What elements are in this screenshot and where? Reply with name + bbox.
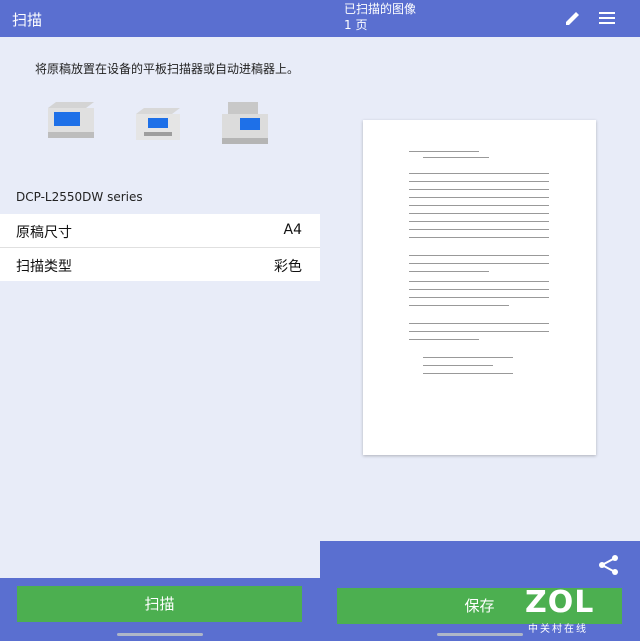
setting-row-type[interactable]: 扫描类型 彩色 xyxy=(0,248,320,281)
flatbed-scanner-icon xyxy=(46,100,96,140)
setting-label: 扫描类型 xyxy=(16,259,72,275)
scanned-page-preview[interactable] xyxy=(363,120,596,455)
page-count: 1 页 xyxy=(344,18,368,32)
setting-value: A4 xyxy=(283,222,302,238)
adf-scanner-icon xyxy=(220,100,270,145)
setting-label: 原稿尺寸 xyxy=(16,225,72,241)
setting-value: 彩色 xyxy=(274,259,302,275)
share-icon[interactable] xyxy=(598,554,620,576)
page-title: 扫描 xyxy=(12,11,43,29)
app-bar: 扫描 xyxy=(0,0,320,37)
setting-row-size[interactable]: 原稿尺寸 A4 xyxy=(0,214,320,247)
bottom-bar: 保存 ZOL 中关村在线 xyxy=(320,541,640,641)
scanned-image-panel: 已扫描的图像 1 页 保存 ZOL 中关村在线 xyxy=(320,0,640,641)
scan-button[interactable]: 扫描 xyxy=(17,586,302,622)
edit-icon[interactable] xyxy=(563,8,583,28)
gesture-handle xyxy=(117,633,203,636)
scan-panel: 扫描 将原稿放置在设备的平板扫描器或自动进稿器上。 DCP-L2550DW se… xyxy=(0,0,320,641)
menu-icon[interactable] xyxy=(597,8,617,28)
device-name: DCP-L2550DW series xyxy=(16,190,143,204)
compact-scanner-icon xyxy=(134,108,182,144)
watermark-logo: ZOL xyxy=(525,585,595,620)
watermark-subtext: 中关村在线 xyxy=(528,624,588,635)
bottom-bar: 扫描 xyxy=(0,578,320,641)
page-title: 已扫描的图像 xyxy=(344,2,417,16)
gesture-handle xyxy=(437,633,523,636)
app-bar: 已扫描的图像 1 页 xyxy=(320,0,640,37)
instruction-text: 将原稿放置在设备的平板扫描器或自动进稿器上。 xyxy=(35,62,300,76)
